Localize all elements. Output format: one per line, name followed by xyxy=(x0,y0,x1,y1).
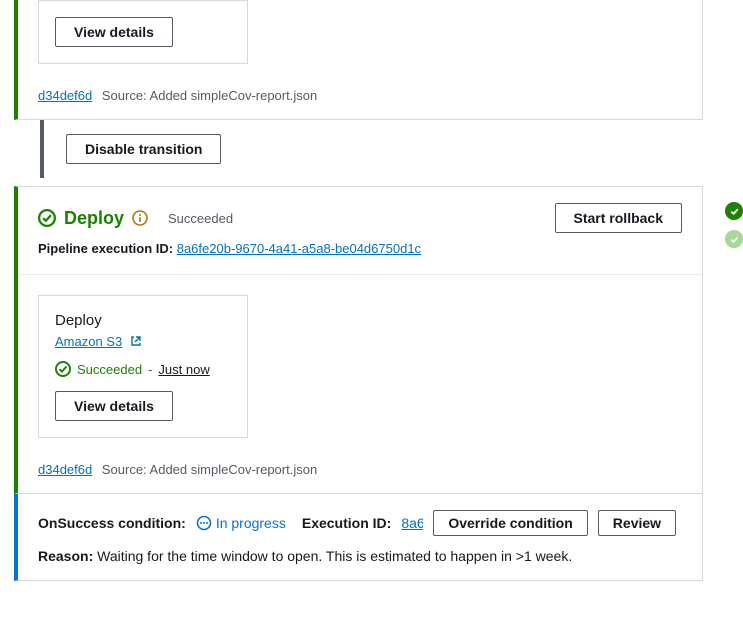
stage-name: Deploy xyxy=(64,208,124,229)
transition-line xyxy=(40,120,44,178)
deploy-action-box: Deploy Amazon S3 Succeeded - Just now Vi… xyxy=(38,295,248,438)
condition-row: OnSuccess condition: In progress Executi… xyxy=(18,494,702,544)
commit-id-link[interactable]: d34def6d xyxy=(38,462,92,477)
status-badge-success-light xyxy=(725,230,743,248)
provider-link[interactable]: Amazon S3 xyxy=(55,334,122,349)
success-check-icon xyxy=(55,361,71,377)
condition-label: OnSuccess condition: xyxy=(38,515,186,531)
commit-id-link[interactable]: d34def6d xyxy=(38,88,92,103)
condition-exec-id-link[interactable]: 8a6fe20b xyxy=(401,515,423,531)
side-status-badges xyxy=(725,202,743,258)
deploy-stage-card: Deploy Succeeded Start rollback Pipeline… xyxy=(14,186,703,494)
condition-card: OnSuccess condition: In progress Executi… xyxy=(14,493,703,581)
start-rollback-button[interactable]: Start rollback xyxy=(555,203,682,233)
commit-message: Source: Added simpleCov-report.json xyxy=(102,88,317,103)
override-condition-button[interactable]: Override condition xyxy=(433,510,587,536)
condition-status-text: In progress xyxy=(216,515,286,531)
status-dash: - xyxy=(148,362,152,377)
stage-status-label: Succeeded xyxy=(168,211,233,226)
pipeline-exec-label: Pipeline execution ID: xyxy=(38,241,173,256)
action-box: View details xyxy=(38,0,248,64)
pipeline-execution-row: Pipeline execution ID: 8a6fe20b-9670-4a4… xyxy=(18,237,702,274)
commit-message: Source: Added simpleCov-report.json xyxy=(102,462,317,477)
prev-stage-card: View details d34def6d Source: Added simp… xyxy=(14,0,703,120)
commit-info: d34def6d Source: Added simpleCov-report.… xyxy=(18,76,702,119)
review-button[interactable]: Review xyxy=(598,510,676,536)
success-check-icon xyxy=(38,209,56,227)
transition-control: Disable transition xyxy=(40,120,743,178)
action-time-link[interactable]: Just now xyxy=(158,362,209,377)
view-details-button[interactable]: View details xyxy=(55,391,173,421)
reason-text: Waiting for the time window to open. Thi… xyxy=(97,548,572,564)
view-details-button[interactable]: View details xyxy=(55,17,173,47)
in-progress-icon xyxy=(196,515,212,531)
reason-label: Reason: xyxy=(38,548,93,564)
action-title: Deploy xyxy=(55,312,231,329)
action-status-line: Succeeded - Just now xyxy=(55,361,231,377)
info-icon[interactable] xyxy=(132,210,148,226)
reason-row: Reason: Waiting for the time window to o… xyxy=(18,544,702,580)
exec-id-label: Execution ID: xyxy=(302,515,391,531)
condition-status: In progress xyxy=(196,515,286,531)
status-badge-success xyxy=(725,202,743,220)
external-link-icon xyxy=(130,335,142,347)
pipeline-exec-id-link[interactable]: 8a6fe20b-9670-4a41-a5a8-be04d6750d1c xyxy=(177,241,421,256)
action-status-text: Succeeded xyxy=(77,362,142,377)
stage-header: Deploy Succeeded Start rollback xyxy=(18,187,702,237)
commit-info: d34def6d Source: Added simpleCov-report.… xyxy=(18,450,702,493)
disable-transition-button[interactable]: Disable transition xyxy=(66,134,221,164)
